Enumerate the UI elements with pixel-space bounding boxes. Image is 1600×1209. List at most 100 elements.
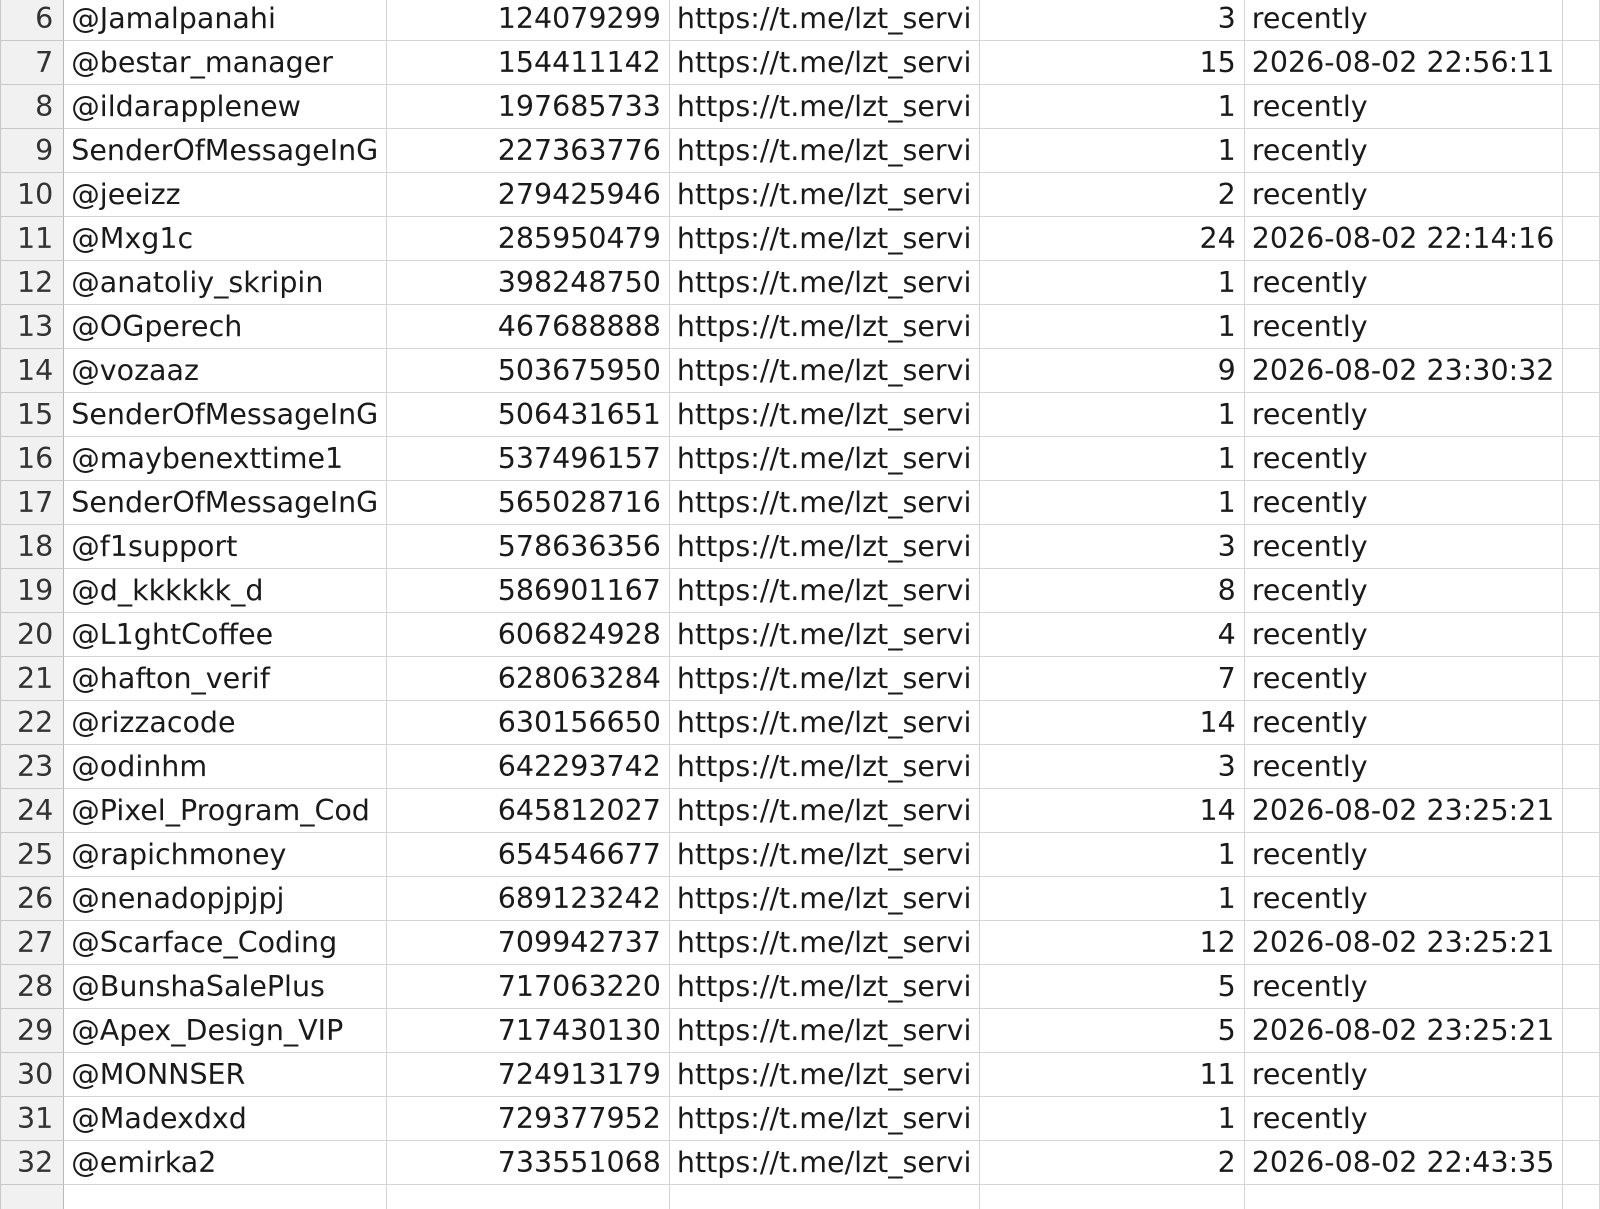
cell-link[interactable]: https://t.me/lzt_servi <box>669 348 981 394</box>
cell-last-seen[interactable]: recently <box>1244 656 1564 702</box>
row-header[interactable]: 24 <box>0 788 65 834</box>
cell-last-seen[interactable]: 2026-08-02 22:56:11 <box>1244 40 1564 86</box>
cell-count[interactable]: 2 <box>979 1140 1245 1186</box>
cell-count[interactable]: 12 <box>979 920 1245 966</box>
cell-link[interactable]: https://t.me/lzt_servi <box>669 744 981 790</box>
cell-count[interactable]: 3 <box>979 744 1245 790</box>
cell-count[interactable]: 1 <box>979 392 1245 438</box>
row-header[interactable]: 9 <box>0 128 65 174</box>
cell-user-id[interactable]: 654546677 <box>386 832 670 878</box>
cell-username[interactable]: @BunshaSalePlus <box>63 964 388 1010</box>
cell-user-id[interactable]: 717430130 <box>386 1008 670 1054</box>
cell-username[interactable]: @Madexdxd <box>63 1096 388 1142</box>
cell-link[interactable]: https://t.me/lzt_servi <box>669 480 981 526</box>
cell-username[interactable]: @Mxg1c <box>63 216 388 262</box>
cell-user-id[interactable]: 398248750 <box>386 260 670 306</box>
cell-username[interactable]: @odinhm <box>63 744 388 790</box>
cell-empty[interactable] <box>386 1184 670 1209</box>
cell-last-seen[interactable]: recently <box>1244 744 1564 790</box>
cell-empty[interactable] <box>1562 436 1600 482</box>
cell-link[interactable]: https://t.me/lzt_servi <box>669 1052 981 1098</box>
row-header[interactable] <box>0 1184 65 1209</box>
row-header[interactable]: 32 <box>0 1140 65 1186</box>
cell-user-id[interactable]: 645812027 <box>386 788 670 834</box>
cell-last-seen[interactable]: recently <box>1244 612 1564 658</box>
cell-username[interactable]: @ildarapplenew <box>63 84 388 130</box>
cell-empty[interactable] <box>1562 920 1600 966</box>
cell-user-id[interactable]: 630156650 <box>386 700 670 746</box>
cell-last-seen[interactable]: recently <box>1244 524 1564 570</box>
cell-link[interactable]: https://t.me/lzt_servi <box>669 700 981 746</box>
cell-user-id[interactable]: 729377952 <box>386 1096 670 1142</box>
cell-empty[interactable] <box>1562 392 1600 438</box>
cell-empty[interactable] <box>63 1184 388 1209</box>
cell-empty[interactable] <box>979 1184 1245 1209</box>
row-header[interactable]: 10 <box>0 172 65 218</box>
cell-count[interactable]: 5 <box>979 964 1245 1010</box>
cell-user-id[interactable]: 154411142 <box>386 40 670 86</box>
cell-last-seen[interactable]: 2026-08-02 22:14:16 <box>1244 216 1564 262</box>
row-header[interactable]: 8 <box>0 84 65 130</box>
cell-last-seen[interactable]: recently <box>1244 876 1564 922</box>
row-header[interactable]: 15 <box>0 392 65 438</box>
cell-username[interactable]: @L1ghtCoffee <box>63 612 388 658</box>
cell-user-id[interactable]: 285950479 <box>386 216 670 262</box>
row-header[interactable]: 21 <box>0 656 65 702</box>
row-header[interactable]: 11 <box>0 216 65 262</box>
cell-link[interactable]: https://t.me/lzt_servi <box>669 920 981 966</box>
spreadsheet-grid[interactable]: 6 @Jamalpanahi 124079299 https://t.me/lzt_s… <box>0 0 1600 1209</box>
row-header[interactable]: 26 <box>0 876 65 922</box>
row-header[interactable]: 30 <box>0 1052 65 1098</box>
cell-user-id[interactable]: 578636356 <box>386 524 670 570</box>
cell-last-seen[interactable]: recently <box>1244 84 1564 130</box>
cell-username[interactable]: @jeeizz <box>63 172 388 218</box>
row-header[interactable]: 29 <box>0 1008 65 1054</box>
cell-empty[interactable] <box>1562 40 1600 86</box>
cell-count[interactable]: 1 <box>979 128 1245 174</box>
cell-link[interactable]: https://t.me/lzt_servi <box>669 84 981 130</box>
cell-username[interactable]: SenderOfMessageInG <box>63 392 388 438</box>
cell-count[interactable]: 1 <box>979 304 1245 350</box>
cell-user-id[interactable]: 724913179 <box>386 1052 670 1098</box>
row-header[interactable]: 19 <box>0 568 65 614</box>
cell-empty[interactable] <box>1562 1052 1600 1098</box>
cell-link[interactable]: https://t.me/lzt_servi <box>669 568 981 614</box>
cell-empty[interactable] <box>1562 84 1600 130</box>
cell-user-id[interactable]: 537496157 <box>386 436 670 482</box>
cell-user-id[interactable]: 606824928 <box>386 612 670 658</box>
cell-last-seen[interactable]: recently <box>1244 700 1564 746</box>
cell-empty[interactable] <box>1562 128 1600 174</box>
cell-empty[interactable] <box>1562 216 1600 262</box>
cell-empty[interactable] <box>1562 1184 1600 1209</box>
cell-user-id[interactable]: 503675950 <box>386 348 670 394</box>
cell-username[interactable]: @rizzacode <box>63 700 388 746</box>
cell-username[interactable]: @emirka2 <box>63 1140 388 1186</box>
cell-count[interactable]: 5 <box>979 1008 1245 1054</box>
cell-last-seen[interactable]: recently <box>1244 832 1564 878</box>
row-header[interactable]: 6 <box>0 0 65 42</box>
cell-username[interactable]: @vozaaz <box>63 348 388 394</box>
row-header[interactable]: 13 <box>0 304 65 350</box>
cell-last-seen[interactable]: recently <box>1244 480 1564 526</box>
cell-count[interactable]: 2 <box>979 172 1245 218</box>
row-header[interactable]: 18 <box>0 524 65 570</box>
cell-username[interactable]: SenderOfMessageInG <box>63 128 388 174</box>
cell-user-id[interactable]: 733551068 <box>386 1140 670 1186</box>
cell-user-id[interactable]: 709942737 <box>386 920 670 966</box>
cell-last-seen[interactable]: 2026-08-02 23:25:21 <box>1244 1008 1564 1054</box>
cell-count[interactable]: 1 <box>979 260 1245 306</box>
row-header[interactable]: 16 <box>0 436 65 482</box>
row-header[interactable]: 28 <box>0 964 65 1010</box>
cell-last-seen[interactable]: 2026-08-02 23:25:21 <box>1244 788 1564 834</box>
cell-username[interactable]: @f1support <box>63 524 388 570</box>
cell-username[interactable]: SenderOfMessageInG <box>63 480 388 526</box>
cell-count[interactable]: 8 <box>979 568 1245 614</box>
cell-count[interactable]: 1 <box>979 480 1245 526</box>
cell-empty[interactable] <box>1562 832 1600 878</box>
cell-empty[interactable] <box>1562 612 1600 658</box>
cell-count[interactable]: 9 <box>979 348 1245 394</box>
cell-link[interactable]: https://t.me/lzt_servi <box>669 128 981 174</box>
cell-empty[interactable] <box>1562 172 1600 218</box>
cell-count[interactable]: 14 <box>979 788 1245 834</box>
cell-last-seen[interactable]: 2026-08-02 23:25:21 <box>1244 920 1564 966</box>
